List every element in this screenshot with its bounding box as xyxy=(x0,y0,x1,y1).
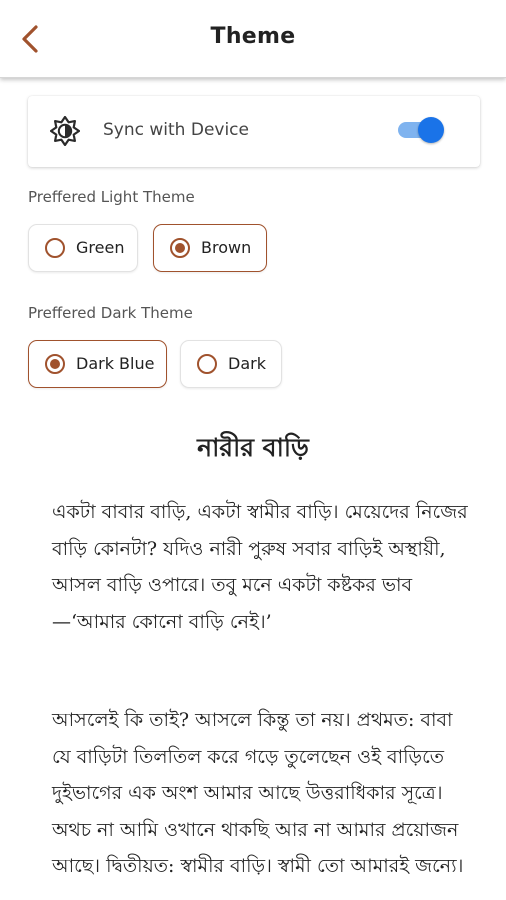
radio-selected-icon xyxy=(170,238,190,258)
toggle-thumb xyxy=(418,117,444,143)
brightness-icon xyxy=(50,116,80,146)
theme-option-dark-blue[interactable]: Dark Blue xyxy=(28,340,167,388)
article-paragraph: আসলেই কি তাই? আসলে কিন্তু তা নয়। প্রথমত… xyxy=(52,709,464,877)
theme-option-green[interactable]: Green xyxy=(28,224,138,272)
page-title: Theme xyxy=(210,24,296,49)
dark-theme-label: Preffered Dark Theme xyxy=(28,304,193,322)
radio-unselected-icon xyxy=(45,238,65,258)
option-label: Brown xyxy=(201,238,252,257)
light-theme-label: Preffered Light Theme xyxy=(28,188,195,206)
option-label: Dark xyxy=(228,354,266,373)
article-paragraph: একটা বাবার বাড়ি, একটা স্বামীর বাড়ি। মে… xyxy=(52,501,468,633)
sync-label: Sync with Device xyxy=(103,120,249,140)
theme-option-dark[interactable]: Dark xyxy=(180,340,282,388)
article-title: নারীর বাড়ি xyxy=(197,433,309,462)
radio-selected-icon xyxy=(45,354,65,374)
sync-with-device-card[interactable]: Sync with Device xyxy=(28,96,480,167)
app-bar: Theme xyxy=(0,0,506,78)
option-label: Dark Blue xyxy=(76,354,155,373)
radio-unselected-icon xyxy=(197,354,217,374)
theme-option-brown[interactable]: Brown xyxy=(153,224,267,272)
sync-toggle[interactable] xyxy=(396,115,446,145)
option-label: Green xyxy=(76,238,125,257)
